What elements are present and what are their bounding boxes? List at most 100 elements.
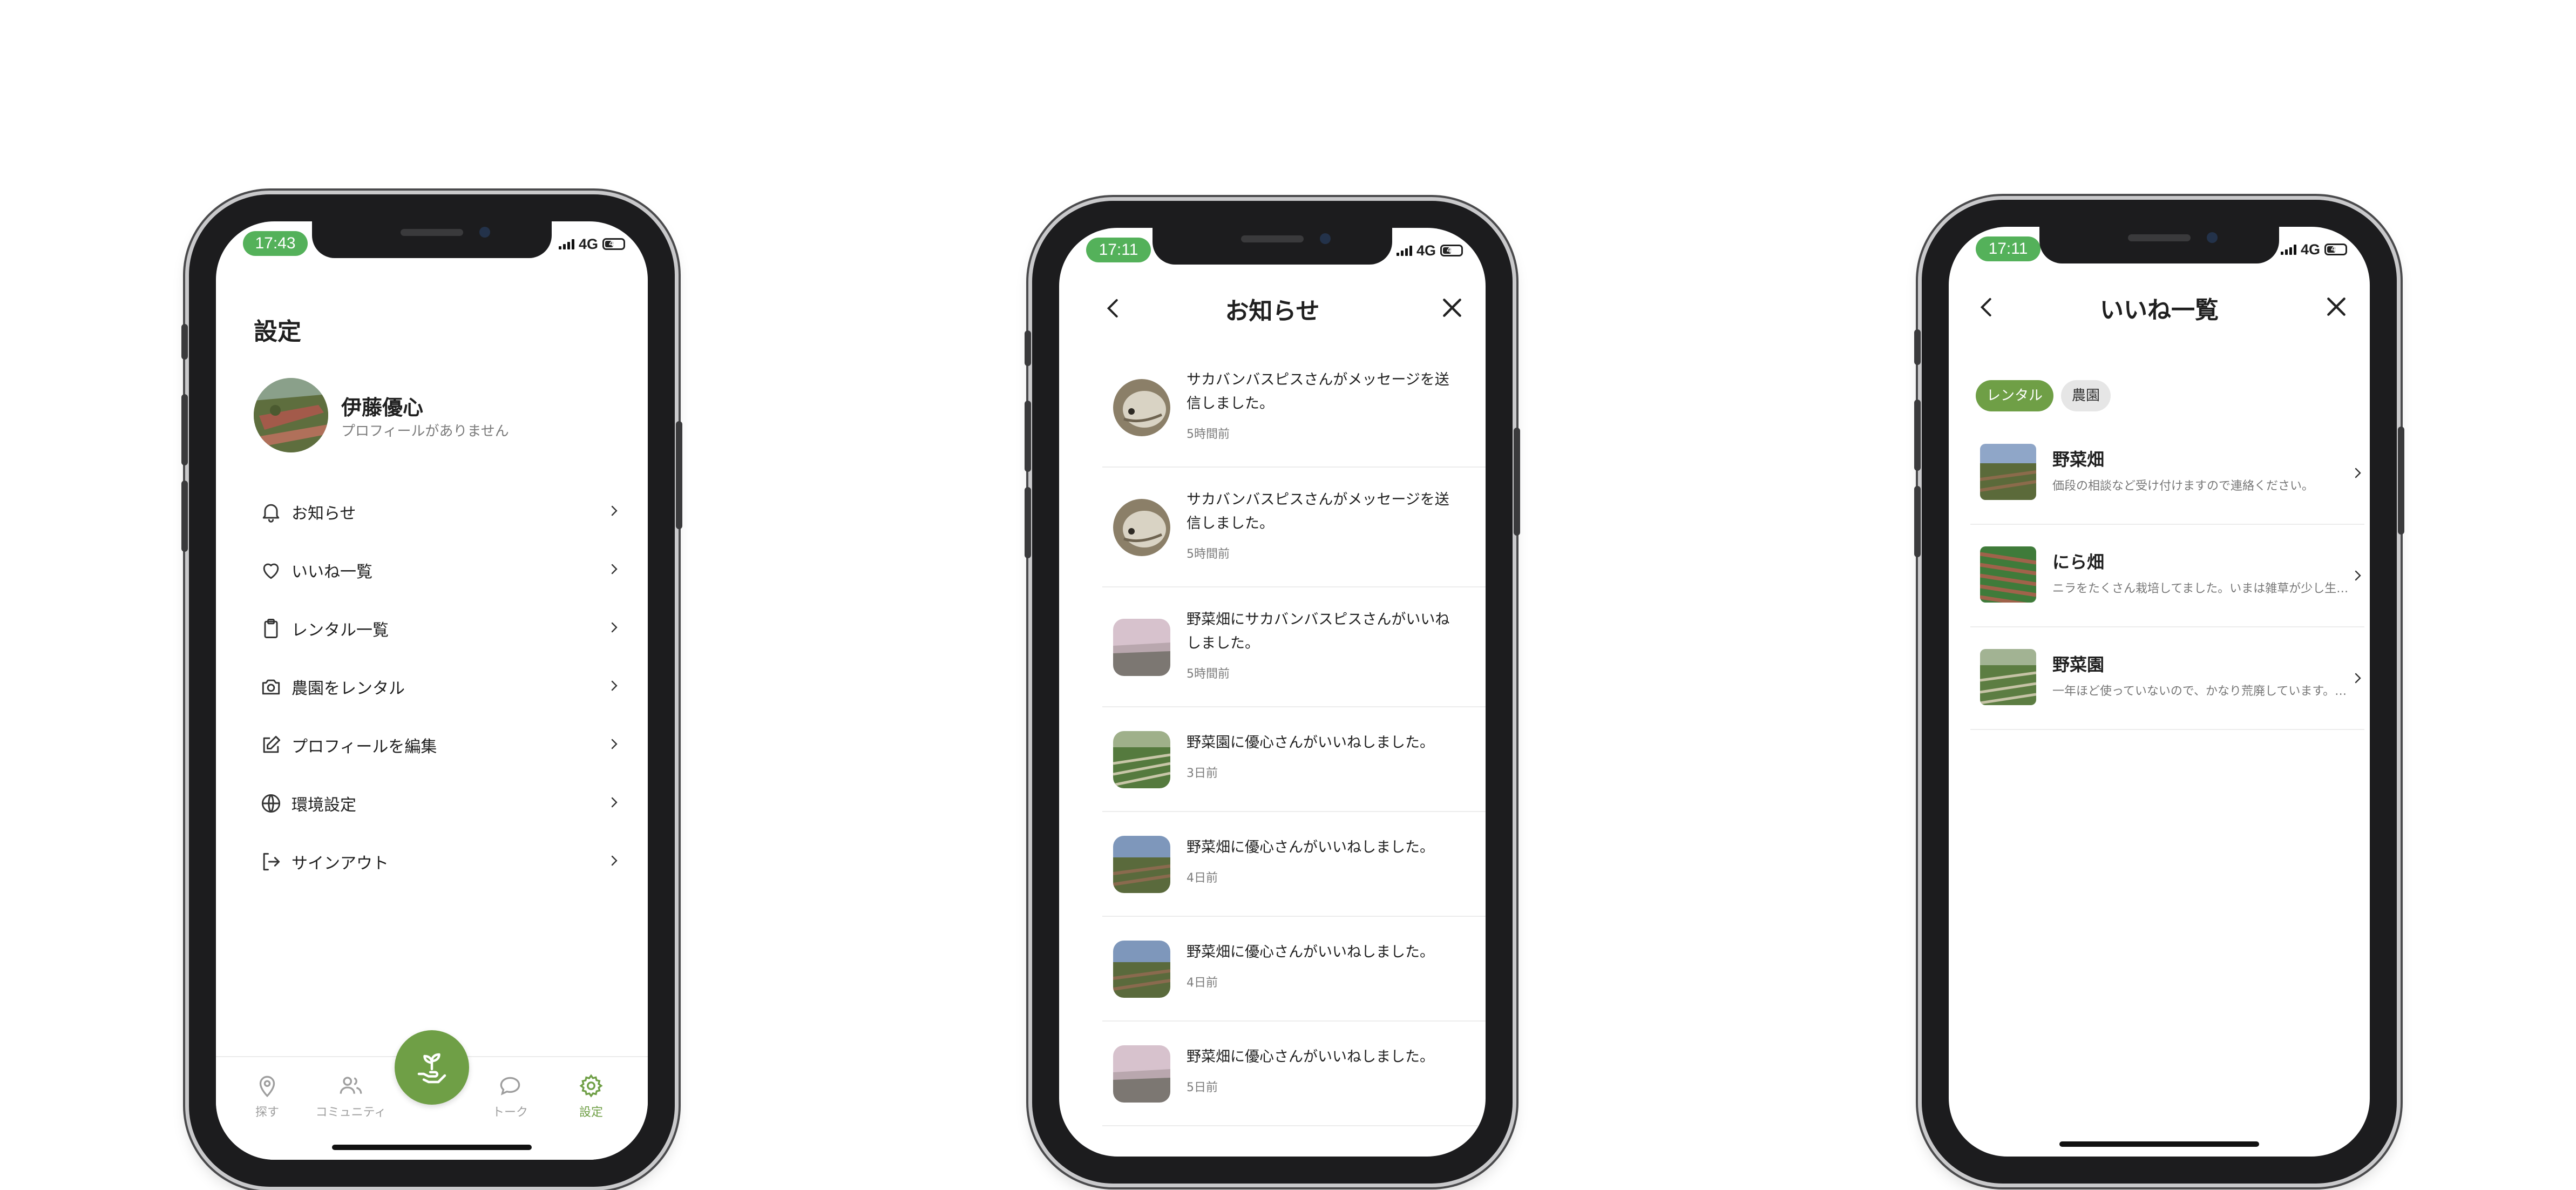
home-indicator [2059,1141,2259,1147]
menu-item-notifications[interactable]: お知らせ [259,486,621,538]
field-photo [1113,1045,1170,1103]
home-indicator [332,1145,532,1150]
status-time: 17:43 [243,231,308,256]
close-icon[interactable] [2324,295,2348,319]
tab-label: 探す [255,1106,279,1119]
volume-up-button [181,394,188,465]
liked-item-description: ニラをたくさん栽培してました。いまは雑草が少し生えています。 [2052,582,2355,596]
edit-icon [263,735,281,753]
liked-item[interactable]: 野菜園 一年ほど使っていないので、かなり荒廃しています。手入れが必要です。 [1970,627,2364,730]
thumb-image [1980,649,2036,705]
chip-rental[interactable]: レンタル [1976,380,2054,411]
camera-icon [262,679,280,695]
status-indicators: 4G 43 [1396,242,1463,259]
notification-row[interactable]: 野菜園に優心さんがいいねしました。 3日前 [1102,707,1486,812]
notification-text: 野菜畑に優心さんがいいねしました。 [1187,839,1434,856]
notch [2039,227,2279,263]
network-label: 4G [1416,242,1436,259]
notification-text: 野菜畑に優心さんがいいねしました。 [1187,944,1434,961]
battery-icon: 43 [1440,245,1463,256]
sign-out-icon [263,853,280,871]
status-indicators: 4G 42 [558,235,625,253]
chevron-right-icon [1483,962,1486,977]
menu-item-preferences[interactable]: 環境設定 [259,777,621,829]
field-photo [1113,731,1170,788]
menu-label: サインアウト [292,854,389,873]
notification-row[interactable]: 野菜畑に優心さんがいいねしました。 4日前 [1102,917,1486,1022]
signal-icon [1396,245,1412,256]
volume-down-button [1025,487,1031,558]
network-label: 4G [578,235,598,252]
speaker [1241,235,1304,242]
profile-subtitle: プロフィールがありません [341,423,509,440]
notification-time: 5時間前 [1187,667,1230,681]
menu-item-likes[interactable]: いいね一覧 [259,544,621,596]
chip-farm[interactable]: 農園 [2061,380,2111,411]
screen: 17:11 4G 43 いいね一覧 レンタル 農園 野菜畑 価段の相談など受け付… [1949,227,2370,1157]
center-action-button[interactable] [395,1030,469,1105]
menu-item-edit-profile[interactable]: プロフィールを編集 [259,719,621,771]
liked-item-description: 価段の相談など受け付けますので連絡ください。 [2052,479,2314,493]
liked-item[interactable]: 野菜畑 価段の相談など受け付けますので連絡ください。 [1970,422,2364,525]
battery-level: 42 [609,239,619,248]
field-photo [1113,619,1170,676]
avatar-image [1113,379,1170,436]
page-title: 設定 [254,318,301,346]
tab-community[interactable]: コミュニティ [310,1072,391,1120]
mute-switch [1914,329,1921,365]
chevron-right-icon [2355,468,2361,478]
page-title: お知らせ [1225,298,1320,325]
battery-icon: 42 [602,238,625,250]
notification-row[interactable]: サカバンバスピスさんがメッセージを送信しました。 5時間前 [1102,348,1486,468]
menu-item-rent-farm[interactable]: 農園をレンタル [259,661,621,713]
liked-item-title: にら畑 [2052,552,2105,572]
volume-up-button [1025,401,1031,472]
heart-icon [263,563,279,579]
chevron-right-icon [1483,520,1486,536]
globe-icon [261,794,281,813]
notification-row[interactable]: サカバンバスピスさんがメッセージを送信しました。 5時間前 [1102,468,1486,587]
page-title: いいね一覧 [2100,296,2219,324]
notification-row[interactable]: 野菜畑にサカバンバスピスさんがいいねしました。 5時間前 [1102,587,1486,707]
profile-avatar[interactable] [254,378,328,452]
notification-text: サカバンバスピスさんがメッセージを送信しました。 [1187,491,1449,532]
liked-item-description: 一年ほど使っていないので、かなり荒廃しています。手入れが必要です。 [2052,685,2355,698]
chevron-right-icon [611,855,618,866]
thumb-image [1113,619,1170,676]
field-photo [1113,836,1170,893]
menu-item-rentals[interactable]: レンタル一覧 [259,603,621,654]
menu-item-sign-out[interactable]: サインアウト [259,836,621,888]
notification-row[interactable]: 野菜畑に優心さんがいいねしました。 4日前 [1102,812,1486,917]
plant-hand-icon [417,1053,446,1084]
status-time: 17:11 [1976,236,2041,261]
thumb-image [1113,941,1170,998]
volume-down-button [1914,486,1921,557]
chat-icon [500,1077,520,1096]
phone-likes: 17:11 4G 43 いいね一覧 レンタル 農園 野菜畑 価段の相談など受け付… [1914,200,2404,1184]
notification-time: 4日前 [1187,871,1218,885]
power-button [1514,428,1520,536]
field-photo [1980,546,2036,603]
thumb-image [1980,444,2036,500]
front-camera [2207,232,2218,243]
mute-switch [1025,330,1031,366]
notification-time: 5時間前 [1187,428,1230,441]
notification-text: 野菜畑にサカバンバスピスさんがいいねしました。 [1187,611,1450,652]
notification-row[interactable]: 野菜畑に優心さんがいいねしました。 5日前 [1102,1022,1486,1126]
liked-item-title: 野菜畑 [2052,449,2105,470]
screen: 17:43 4G 42 設定 伊藤優心 プロフィールがありません お知らせ いい… [216,221,648,1160]
menu-label: レンタル一覧 [292,621,389,640]
liked-item[interactable]: にら畑 ニラをたくさん栽培してました。いまは雑草が少し生えています。 [1970,525,2364,627]
close-icon[interactable] [1440,296,1464,320]
notification-text: 野菜畑に優心さんがいいねしました。 [1187,1049,1434,1065]
status-indicators: 4G 43 [2280,241,2347,258]
notification-time: 5日前 [1187,1081,1218,1094]
battery-level: 43 [2331,245,2341,254]
tab-talk[interactable]: トーク [470,1072,551,1120]
tab-settings[interactable]: 設定 [551,1072,632,1120]
chevron-right-icon [611,564,618,574]
users-icon [340,1077,362,1094]
notification-text: 野菜園に優心さんがいいねしました。 [1187,734,1434,751]
tab-search[interactable]: 探す [227,1072,308,1120]
chevron-right-icon [611,739,618,749]
